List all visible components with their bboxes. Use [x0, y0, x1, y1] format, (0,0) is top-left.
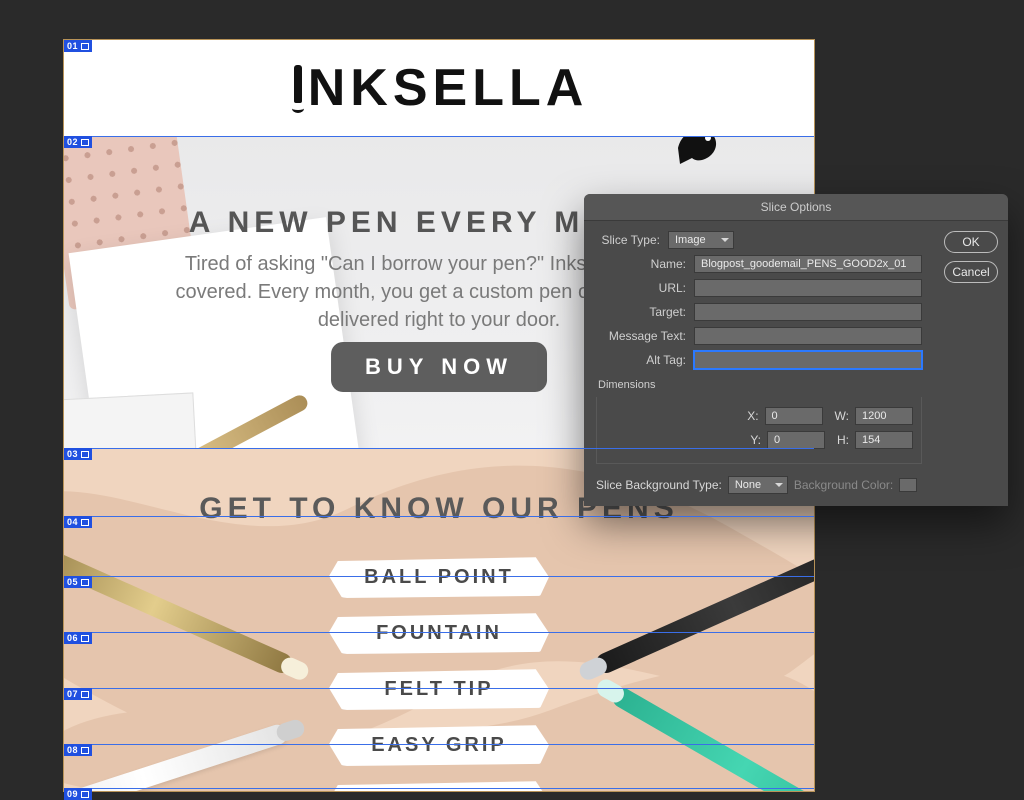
url-label: URL: — [596, 281, 694, 295]
url-input[interactable] — [694, 279, 922, 297]
slice-badge-02[interactable]: 02 — [64, 136, 92, 148]
logo-pen-icon — [290, 65, 306, 111]
hero-ruler — [64, 392, 199, 448]
hero-bird-icon — [672, 136, 726, 166]
slice-01-logo-area: NKSELLA — [64, 40, 814, 136]
slice-badge-01[interactable]: 01 — [64, 40, 92, 52]
alt-tag-input[interactable] — [694, 351, 922, 369]
buy-now-button[interactable]: BUY NOW — [331, 342, 547, 392]
message-text-label: Message Text: — [596, 329, 694, 343]
pen-type-label: FOUNTAIN — [329, 612, 549, 654]
slice-badge-04[interactable]: 04 — [64, 516, 92, 528]
pen-type-label: BALL POINT — [329, 556, 549, 598]
message-text-input[interactable] — [694, 327, 922, 345]
bg-color-swatch[interactable] — [899, 478, 917, 492]
slice-divider — [64, 448, 814, 449]
ok-button[interactable]: OK — [944, 231, 998, 253]
slice-type-label: Slice Type: — [596, 233, 668, 247]
slice-image-icon — [81, 519, 89, 526]
pen-type-label: FELT TIP — [329, 668, 549, 710]
slice-badge-05[interactable]: 05 — [64, 576, 92, 588]
slice-image-icon — [81, 139, 89, 146]
slice-bg-type-select[interactable]: None — [728, 476, 788, 494]
alt-tag-label: Alt Tag: — [596, 353, 694, 367]
slice-divider — [64, 136, 814, 137]
target-label: Target: — [596, 305, 694, 319]
x-input[interactable] — [765, 407, 823, 425]
slice-badge-07[interactable]: 07 — [64, 688, 92, 700]
slice-image-icon — [81, 579, 89, 586]
slice-badge-06[interactable]: 06 — [64, 632, 92, 644]
slice-divider — [64, 788, 814, 789]
slice-image-icon — [81, 691, 89, 698]
cancel-button[interactable]: Cancel — [944, 261, 998, 283]
h-input[interactable] — [855, 431, 913, 449]
slice-divider — [64, 688, 814, 689]
y-input[interactable] — [767, 431, 825, 449]
slice-options-dialog[interactable]: Slice Options Slice Type: Image Name: UR… — [584, 194, 1008, 506]
slice-image-icon — [81, 747, 89, 754]
slice-divider — [64, 632, 814, 633]
slice-image-icon — [81, 451, 89, 458]
pen-type-label: EASY GRIP — [329, 724, 549, 766]
slice-type-select[interactable]: Image — [668, 231, 734, 249]
slice-badge-08[interactable]: 08 — [64, 744, 92, 756]
slice-badge-03[interactable]: 03 — [64, 448, 92, 460]
slice-bg-type-label: Slice Background Type: — [596, 478, 722, 492]
slice-image-icon — [81, 791, 89, 798]
bg-color-label: Background Color: — [794, 478, 893, 492]
slice-image-icon — [81, 43, 89, 50]
slice-divider — [64, 576, 814, 577]
w-label: W: — [835, 409, 849, 423]
y-label: Y: — [750, 433, 761, 447]
slice-badge-09[interactable]: 09 — [64, 788, 92, 800]
target-input[interactable] — [694, 303, 922, 321]
w-input[interactable] — [855, 407, 913, 425]
dialog-title: Slice Options — [584, 194, 1008, 221]
name-label: Name: — [596, 257, 694, 271]
x-label: X: — [747, 409, 758, 423]
slice-divider — [64, 516, 814, 517]
slice-divider — [64, 744, 814, 745]
inksella-logo: NKSELLA — [290, 58, 589, 118]
name-input[interactable] — [694, 255, 922, 273]
logo-text: NKSELLA — [308, 58, 589, 118]
dimensions-label: Dimensions — [598, 379, 922, 391]
slice-image-icon — [81, 635, 89, 642]
h-label: H: — [837, 433, 849, 447]
